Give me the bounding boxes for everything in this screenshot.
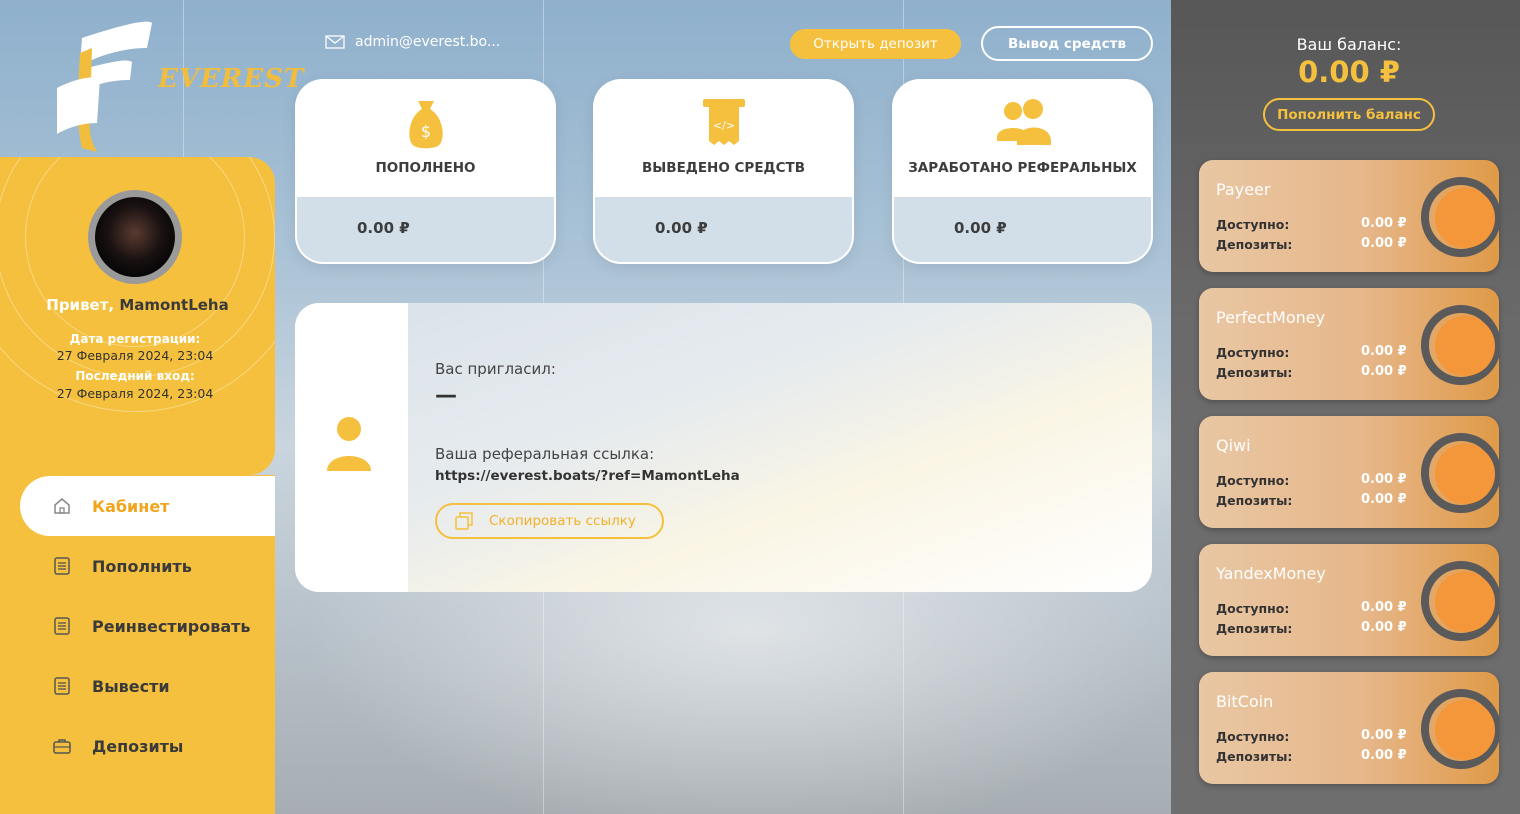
- open-deposit-button[interactable]: Открыть депозит: [790, 29, 961, 59]
- wallet-card-payeer[interactable]: Payeer Доступно: 0.00 ₽ Депозиты: 0.00 ₽: [1199, 160, 1499, 272]
- last-login-date: 27 Февраля 2024, 23:04: [56, 386, 214, 401]
- deposits-label: Депозиты:: [1216, 621, 1293, 636]
- logo-mark-icon: [57, 21, 152, 152]
- wallet-card-yandexmoney[interactable]: YandexMoney Доступно: 0.00 ₽ Депозиты: 0…: [1199, 544, 1499, 656]
- stat-value: 0.00 ₽: [954, 219, 1007, 237]
- wallet-card-qiwi[interactable]: Qiwi Доступно: 0.00 ₽ Депозиты: 0.00 ₽: [1199, 416, 1499, 528]
- available-value: 0.00 ₽: [1361, 472, 1407, 487]
- copy-link-button[interactable]: Скопировать ссылку: [435, 503, 664, 539]
- document-icon: [52, 616, 72, 636]
- deposits-value: 0.00 ₽: [1361, 364, 1407, 379]
- deposits-value: 0.00 ₽: [1361, 620, 1407, 635]
- available-label: Доступно:: [1216, 729, 1290, 744]
- mail-icon: [325, 35, 345, 49]
- nav-item-label: Кабинет: [92, 496, 170, 516]
- deposits-value: 0.00 ₽: [1361, 492, 1407, 507]
- deposits-label: Депозиты:: [1216, 749, 1293, 764]
- svg-text:</>: </>: [712, 119, 734, 132]
- referral-card: Вас пригласил: — Ваша реферальная ссылка…: [295, 303, 1152, 592]
- nav-item-label: Вывести: [92, 676, 170, 696]
- deposits-label: Депозиты:: [1216, 365, 1293, 380]
- wallet-name: Qiwi: [1216, 436, 1251, 455]
- money-bag-icon: $: [297, 97, 554, 149]
- person-icon: [325, 415, 373, 479]
- document-icon: [52, 676, 72, 696]
- balance-panel: Ваш баланс: 0.00 ₽ Пополнить баланс Paye…: [1171, 0, 1520, 814]
- users-icon: [894, 97, 1151, 147]
- copy-link-label: Скопировать ссылку: [489, 513, 636, 529]
- wallet-disc-icon: [1435, 700, 1495, 760]
- svg-text:$: $: [420, 122, 430, 141]
- receipt-icon: </>: [595, 97, 852, 147]
- registration-label: Дата регистрации:: [69, 332, 201, 346]
- wallet-name: YandexMoney: [1216, 564, 1326, 583]
- referral-link-label: Ваша реферальная ссылка:: [435, 445, 655, 463]
- deposits-label: Депозиты:: [1216, 237, 1293, 252]
- stat-card-referral-earned: ЗАРАБОТАНО РЕФЕРАЛЬНЫХ 0.00 ₽: [892, 79, 1153, 264]
- nav-item-label: Пополнить: [92, 556, 192, 576]
- balance-value: 0.00 ₽: [1298, 55, 1400, 89]
- stat-card-withdrawn: </> ВЫВЕДЕНО СРЕДСТВ 0.00 ₽: [593, 79, 854, 264]
- deposits-value: 0.00 ₽: [1361, 236, 1407, 251]
- wallet-card-perfectmoney[interactable]: PerfectMoney Доступно: 0.00 ₽ Депозиты: …: [1199, 288, 1499, 400]
- available-label: Доступно:: [1216, 217, 1290, 232]
- wallet-disc-icon: [1435, 444, 1495, 504]
- available-value: 0.00 ₽: [1361, 600, 1407, 615]
- home-icon: [52, 496, 72, 516]
- withdraw-button[interactable]: Вывод средств: [981, 26, 1153, 61]
- admin-email-link[interactable]: admin@everest.bo...: [325, 34, 500, 50]
- nav-item-deposit[interactable]: Пополнить: [20, 536, 275, 596]
- wallet-name: PerfectMoney: [1216, 308, 1326, 327]
- avatar[interactable]: [88, 190, 182, 284]
- wallet-disc-icon: [1435, 316, 1495, 376]
- deposits-value: 0.00 ₽: [1361, 748, 1407, 763]
- topup-balance-button[interactable]: Пополнить баланс: [1263, 98, 1435, 131]
- document-icon: [52, 556, 72, 576]
- invited-by-label: Вас пригласил:: [435, 360, 556, 378]
- wallet-disc-icon: [1435, 188, 1495, 248]
- stat-label: ЗАРАБОТАНО РЕФЕРАЛЬНЫХ: [908, 160, 1137, 176]
- wallet-name: BitCoin: [1216, 692, 1274, 711]
- available-value: 0.00 ₽: [1361, 216, 1407, 231]
- available-value: 0.00 ₽: [1361, 728, 1407, 743]
- nav-item-deposits[interactable]: Депозиты: [20, 716, 275, 776]
- invited-by-value: —: [435, 383, 457, 408]
- greeting-text: Привет,: [46, 296, 120, 314]
- nav-item-label: Реинвестировать: [92, 616, 251, 636]
- last-login-label: Последний вход:: [75, 369, 195, 383]
- username: MamontLeha: [119, 296, 229, 314]
- nav-item-withdraw[interactable]: Вывести: [20, 656, 275, 716]
- registration-date: 27 Февраля 2024, 23:04: [56, 348, 214, 363]
- copy-icon: [455, 512, 473, 530]
- balance-label: Ваш баланс:: [1296, 35, 1402, 54]
- available-value: 0.00 ₽: [1361, 344, 1407, 359]
- greeting: Привет, MamontLeha: [0, 296, 275, 314]
- wallet-name: Payeer: [1216, 180, 1271, 199]
- stat-label: ПОПОЛНЕНО: [375, 160, 476, 176]
- stat-value: 0.00 ₽: [357, 219, 410, 237]
- briefcase-icon: [52, 736, 72, 756]
- nav-item-cabinet[interactable]: Кабинет: [20, 476, 275, 536]
- available-label: Доступно:: [1216, 345, 1290, 360]
- available-label: Доступно:: [1216, 473, 1290, 488]
- brand-name: EVEREST: [158, 64, 305, 94]
- available-label: Доступно:: [1216, 601, 1290, 616]
- wallet-disc-icon: [1435, 572, 1495, 632]
- deposits-label: Депозиты:: [1216, 493, 1293, 508]
- admin-email: admin@everest.bo...: [355, 34, 501, 50]
- stat-label: ВЫВЕДЕНО СРЕДСТВ: [642, 160, 805, 176]
- stat-card-deposited: $ ПОПОЛНЕНО 0.00 ₽: [295, 79, 556, 264]
- nav-item-reinvest[interactable]: Реинвестировать: [20, 596, 275, 656]
- referral-link[interactable]: https://everest.boats/?ref=MamontLeha: [435, 468, 740, 484]
- nav-item-label: Депозиты: [92, 736, 184, 756]
- wallet-card-bitcoin[interactable]: BitCoin Доступно: 0.00 ₽ Депозиты: 0.00 …: [1199, 672, 1499, 784]
- stat-value: 0.00 ₽: [655, 219, 708, 237]
